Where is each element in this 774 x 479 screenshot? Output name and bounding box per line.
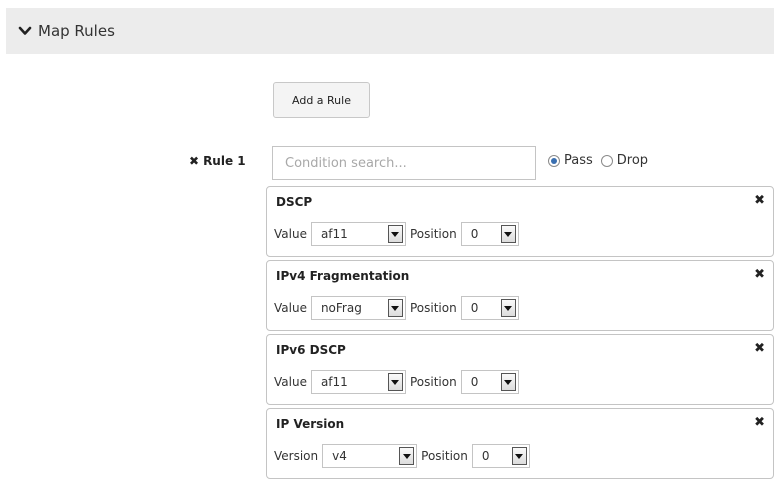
value-select-value: af11 bbox=[320, 227, 348, 241]
version-select[interactable]: v4 bbox=[322, 444, 418, 468]
add-rule-button[interactable]: Add a Rule bbox=[273, 82, 370, 118]
chevron-down-icon[interactable] bbox=[387, 299, 403, 317]
position-select-value: 0 bbox=[481, 449, 490, 463]
condition-search-input[interactable] bbox=[272, 146, 536, 180]
value-select[interactable]: noFrag bbox=[310, 296, 406, 320]
version-select-value: v4 bbox=[332, 449, 347, 463]
radio-drop[interactable]: Drop bbox=[600, 153, 649, 168]
close-icon[interactable]: ✖ bbox=[754, 193, 765, 208]
value-select[interactable]: af11 bbox=[310, 222, 406, 246]
chevron-down-icon[interactable] bbox=[399, 447, 415, 465]
condition-ipv6-dscp: IPv6 DSCP ✖ Value af11 Position 0 bbox=[266, 334, 774, 405]
condition-row: Value af11 Position 0 bbox=[274, 222, 519, 246]
radio-pass[interactable]: Pass bbox=[548, 153, 593, 168]
chevron-down-icon[interactable] bbox=[387, 225, 403, 243]
condition-row: Version v4 Position 0 bbox=[274, 444, 530, 468]
rule-name: Rule 1 bbox=[203, 154, 246, 168]
position-label: Position bbox=[421, 449, 468, 463]
condition-ip-version: IP Version ✖ Version v4 Position 0 bbox=[266, 408, 774, 479]
chevron-down-icon[interactable] bbox=[511, 447, 527, 465]
position-select[interactable]: 0 bbox=[460, 222, 519, 246]
radio-drop-label: Drop bbox=[616, 153, 649, 168]
position-select[interactable]: 0 bbox=[471, 444, 530, 468]
value-select-value: af11 bbox=[320, 375, 348, 389]
position-select-value: 0 bbox=[470, 301, 479, 315]
position-label: Position bbox=[409, 227, 457, 241]
value-label: Value bbox=[274, 301, 307, 315]
condition-title: IPv6 DSCP bbox=[276, 343, 346, 357]
section-title: Map Rules bbox=[38, 22, 115, 40]
position-select-value: 0 bbox=[470, 375, 479, 389]
value-select[interactable]: af11 bbox=[310, 370, 406, 394]
condition-title: IPv4 Fragmentation bbox=[276, 269, 410, 283]
value-label: Value bbox=[274, 227, 307, 241]
chevron-down-icon bbox=[18, 26, 32, 35]
position-select[interactable]: 0 bbox=[460, 296, 519, 320]
position-label: Position bbox=[409, 375, 457, 389]
chevron-down-icon[interactable] bbox=[387, 373, 403, 391]
chevron-down-icon[interactable] bbox=[500, 299, 516, 317]
condition-title: DSCP bbox=[276, 195, 313, 209]
radio-drop-indicator[interactable] bbox=[600, 154, 613, 167]
radio-pass-indicator[interactable] bbox=[548, 154, 560, 167]
radio-pass-label: Pass bbox=[564, 153, 593, 168]
chevron-down-icon[interactable] bbox=[500, 225, 516, 243]
close-icon[interactable]: ✖ bbox=[754, 267, 765, 282]
condition-dscp: DSCP ✖ Value af11 Position 0 bbox=[266, 186, 774, 257]
value-label: Value bbox=[274, 375, 307, 389]
value-select-value: noFrag bbox=[320, 301, 362, 315]
close-icon[interactable]: ✖ bbox=[754, 415, 765, 430]
close-icon[interactable]: ✖ bbox=[189, 154, 199, 168]
position-select-value: 0 bbox=[470, 227, 479, 241]
position-label: Position bbox=[409, 301, 457, 315]
close-icon[interactable]: ✖ bbox=[754, 341, 765, 356]
condition-ipv4-fragmentation: IPv4 Fragmentation ✖ Value noFrag Positi… bbox=[266, 260, 774, 331]
condition-row: Value af11 Position 0 bbox=[274, 370, 519, 394]
condition-row: Value noFrag Position 0 bbox=[274, 296, 519, 320]
position-select[interactable]: 0 bbox=[460, 370, 519, 394]
section-header-map-rules[interactable]: Map Rules bbox=[6, 8, 774, 54]
rule-label: ✖ Rule 1 bbox=[189, 154, 246, 168]
chevron-down-icon[interactable] bbox=[500, 373, 516, 391]
condition-title: IP Version bbox=[276, 417, 345, 431]
version-label: Version bbox=[274, 449, 319, 463]
rule-action-radios: Pass Drop bbox=[548, 153, 656, 168]
